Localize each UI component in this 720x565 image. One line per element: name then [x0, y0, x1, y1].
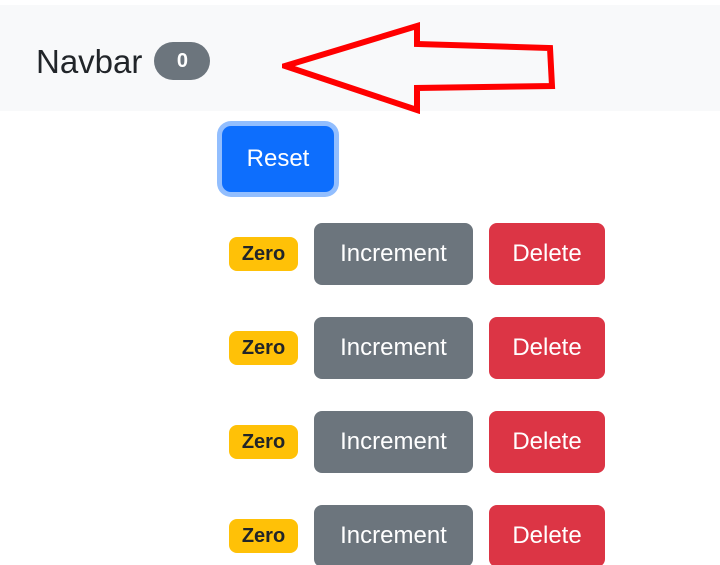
delete-button[interactable]: Delete	[489, 317, 605, 379]
increment-button[interactable]: Increment	[314, 317, 473, 379]
zero-badge: Zero	[229, 237, 298, 271]
zero-badge: Zero	[229, 519, 298, 553]
increment-button[interactable]: Increment	[314, 411, 473, 473]
counter-row: Zero Increment Delete	[229, 317, 605, 379]
zero-badge: Zero	[229, 331, 298, 365]
counter-row: Zero Increment Delete	[229, 505, 605, 565]
increment-button[interactable]: Increment	[314, 505, 473, 565]
navbar-brand[interactable]: Navbar 0	[36, 42, 211, 80]
red-arrow-icon	[282, 22, 556, 114]
increment-button[interactable]: Increment	[314, 223, 473, 285]
delete-button[interactable]: Delete	[489, 505, 605, 565]
zero-badge: Zero	[229, 425, 298, 459]
counter-row: Zero Increment Delete	[229, 223, 605, 285]
delete-button[interactable]: Delete	[489, 411, 605, 473]
page: Navbar 0 Reset Zero Increment Delete Zer…	[0, 0, 720, 565]
delete-button[interactable]: Delete	[489, 223, 605, 285]
counter-row: Zero Increment Delete	[229, 411, 605, 473]
reset-button[interactable]: Reset	[222, 126, 334, 192]
navbar-brand-label: Navbar	[36, 42, 143, 80]
total-count-badge: 0	[154, 42, 211, 80]
